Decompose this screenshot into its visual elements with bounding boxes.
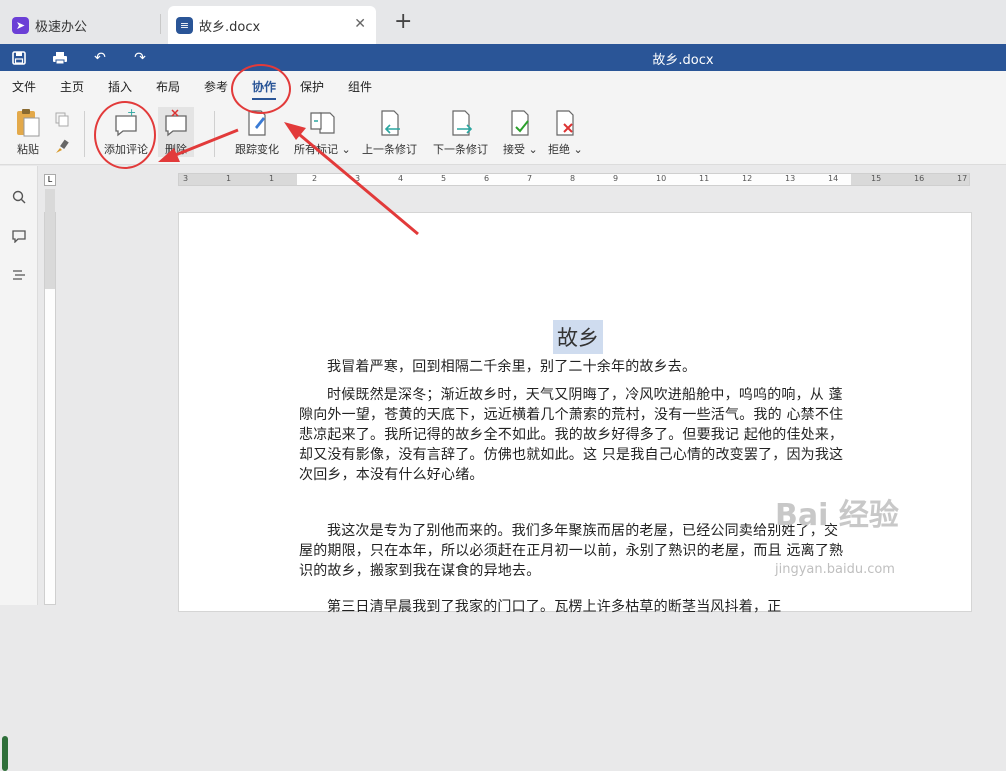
- annotation-arrows: [158, 122, 419, 236]
- status-indicator: [2, 736, 8, 771]
